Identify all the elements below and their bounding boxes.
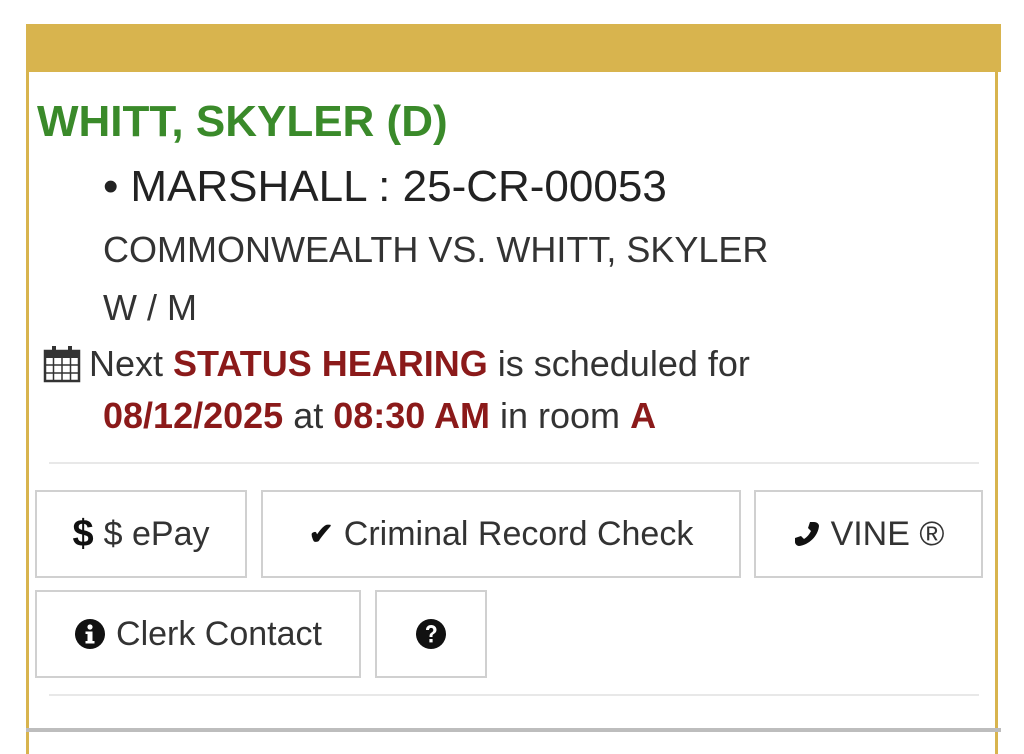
hearing-info-line-2: 08/12/2025 at 08:30 AM in room A [103, 394, 656, 438]
card-bottom-border [26, 728, 1001, 732]
info-icon [74, 618, 106, 650]
calendar-icon [43, 346, 81, 383]
county-case-number: MARSHALL : 25-CR-00053 [130, 162, 667, 211]
vine-button[interactable]: VINE ® [754, 490, 983, 578]
clerk-contact-button[interactable]: Clerk Contact [35, 590, 361, 678]
criminal-record-check-label: Criminal Record Check [343, 514, 694, 553]
hearing-time: 08:30 AM [333, 395, 490, 436]
dollar-icon: $ [72, 512, 94, 555]
hearing-room: A [630, 395, 657, 436]
hearing-room-text: in room [500, 395, 621, 436]
clerk-contact-label: Clerk Contact [116, 614, 322, 653]
vine-label: VINE ® [830, 514, 945, 553]
phone-icon [793, 520, 821, 548]
hearing-date: 08/12/2025 [103, 395, 284, 436]
help-button[interactable] [375, 590, 487, 678]
criminal-record-check-button[interactable]: ✔ Criminal Record Check [261, 490, 741, 578]
bullet: • [103, 162, 119, 211]
hearing-info-line-1: Next STATUS HEARING is scheduled for [43, 342, 750, 386]
epay-button[interactable]: $ $ ePay [35, 490, 247, 578]
case-number-line[interactable]: • MARSHALL : 25-CR-00053 [103, 162, 667, 212]
check-icon: ✔ [308, 517, 334, 551]
epay-label: $ ePay [103, 514, 210, 553]
card-header-bar [26, 24, 1001, 72]
question-icon [415, 618, 447, 650]
defendant-name: WHITT, SKYLER (D) [37, 97, 448, 146]
divider-bottom [49, 694, 979, 696]
case-style: COMMONWEALTH VS. WHITT, SKYLER [103, 229, 769, 270]
hearing-at-text: at [293, 395, 324, 436]
divider-top [49, 462, 979, 464]
race-sex: W / M [103, 287, 197, 328]
hearing-middle-text: is scheduled for [497, 343, 750, 384]
case-card: WHITT, SKYLER (D) • MARSHALL : 25-CR-0005… [26, 24, 1001, 754]
hearing-prefix: Next [89, 343, 164, 384]
hearing-type: STATUS HEARING [173, 343, 488, 384]
